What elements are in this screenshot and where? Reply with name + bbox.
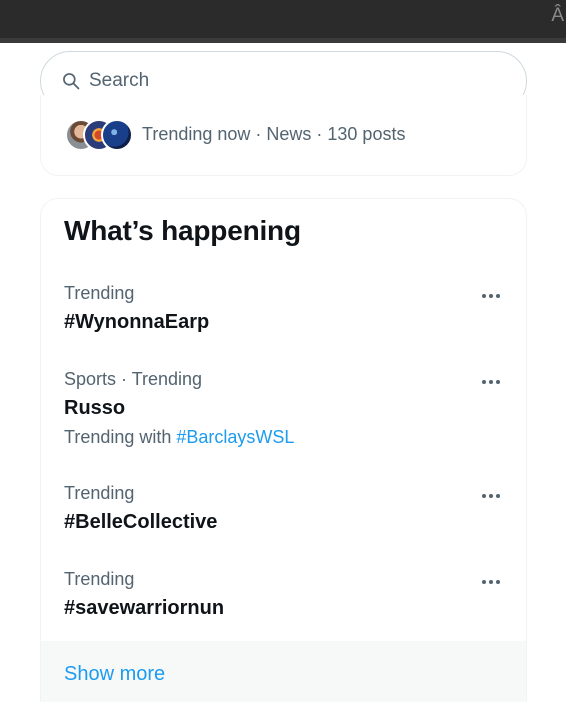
top-divider [0,38,566,43]
more-options-icon[interactable] [477,573,505,591]
trend-meta: Trending [64,283,135,303]
trend-meta: Trending [64,483,135,503]
trend-item[interactable]: Sports · Trending Russo Trending with #Ba… [41,369,526,459]
show-more-link[interactable]: Show more [64,663,165,686]
browser-top-bar: Â [0,0,566,38]
search-input[interactable] [89,70,469,92]
show-more-row[interactable]: Show more [41,641,526,702]
whats-happening-panel: What’s happening Trending #WynonnaEarp S… [40,198,527,702]
trend-title: Russo [64,397,126,419]
reader-mode-icon[interactable]: Â [551,6,564,25]
trend-meta: Sports · Trending [64,369,203,389]
trend-item[interactable]: Trending #savewarriornun [41,569,526,629]
panel-title: What’s happening [64,215,301,246]
more-options-icon[interactable] [477,287,505,305]
trending-with-label: Trending with [64,427,172,447]
trend-avatars [65,119,133,153]
trend-item[interactable]: Trending #WynonnaEarp [41,283,526,343]
trend-title: #BelleCollective [64,511,218,533]
more-options-icon[interactable] [477,373,505,391]
trending-with-hashtag[interactable]: #BarclaysWSL [176,427,294,447]
search-icon [63,73,80,90]
trend-title: #savewarriornun [64,597,225,619]
more-options-icon[interactable] [477,487,505,505]
avatar [101,119,133,151]
trending-now-text: Trending now · News · 130 posts [142,124,406,144]
trend-title: #WynonnaEarp [64,311,210,333]
trending-now-card[interactable]: Trending now · News · 130 posts [40,95,527,176]
trending-with: Trending with #BarclaysWSL [64,427,294,448]
trend-meta: Trending [64,569,135,589]
trend-item[interactable]: Trending #BelleCollective [41,483,526,543]
